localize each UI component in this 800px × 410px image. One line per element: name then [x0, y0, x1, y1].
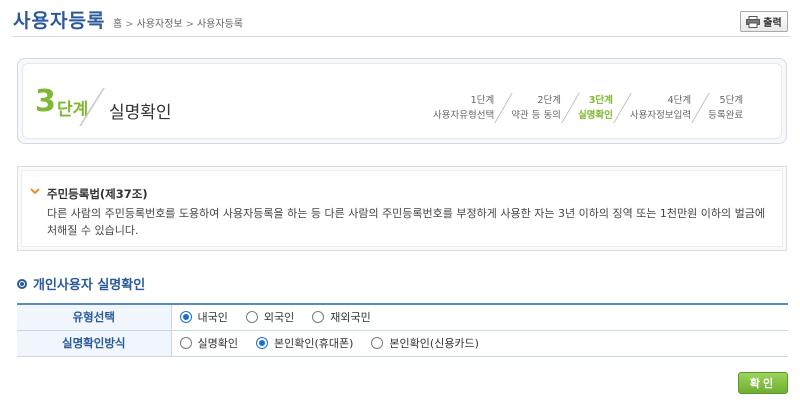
print-button[interactable]: 출력 [740, 11, 788, 32]
printer-icon [746, 15, 761, 28]
step-item-2: 2단계 약관 등 동의 [511, 93, 561, 123]
legal-notice-inner: 주민등록법(제37조) 다른 사람의 주민등록번호를 도용하여 사용자등록을 하… [21, 170, 783, 247]
radio-button[interactable] [371, 337, 384, 349]
section-title-text: 개인사용자 실명확인 [33, 278, 146, 293]
radio-button[interactable] [255, 337, 268, 349]
radio-label: 실명확인 [197, 337, 238, 350]
radio-label: 외국인 [263, 311, 295, 325]
breadcrumb: 홈 > 사용자정보 > 사용자등록 [113, 15, 243, 30]
radio-button[interactable] [179, 311, 192, 324]
step-label: 등록완료 [708, 110, 744, 121]
step-item-1: 1단계 사용자유형선택 [433, 93, 494, 123]
legal-notice-box: 주민등록법(제37조) 다른 사람의 주민등록번호를 도용하여 사용자등록을 하… [17, 166, 787, 251]
radio-option-mobile[interactable]: 본인확인(휴대폰) [255, 335, 354, 351]
form-field-type: 내국인 외국인 재외국민 [170, 303, 789, 331]
form-row-method: 실명확인방식 실명확인 본인확인(휴대폰) 본인확인(신용카드) [17, 329, 789, 357]
breadcrumb-user-register: 사용자등록 [196, 19, 243, 30]
step-item-4: 4단계 사용자정보입력 [630, 93, 691, 123]
page-header: 사용자등록 홈 > 사용자정보 > 사용자등록 출력 [0, 0, 800, 38]
confirm-button[interactable]: 확인 [738, 372, 788, 394]
step-divider [691, 93, 710, 123]
radio-group-method: 실명확인 본인확인(휴대폰) 본인확인(신용카드) [179, 335, 789, 351]
header-divider [13, 36, 790, 37]
step-divider [494, 93, 513, 123]
step-list: 1단계 사용자유형선택 2단계 약관 등 동의 3단계 실명확인 4단계 사용자… [433, 93, 743, 123]
radio-option-credit-card[interactable]: 본인확인(신용카드) [371, 335, 479, 351]
step-number: 4단계 [667, 95, 692, 106]
radio-option-domestic[interactable]: 내국인 [179, 309, 228, 325]
step-label: 실명확인 [577, 110, 613, 121]
radio-label: 내국인 [197, 311, 228, 325]
step-indicator-inner: 3 단계 실명확인 1단계 사용자유형선택 2단계 약관 등 동의 3단계 실명… [22, 63, 782, 139]
verification-form-table: 유형선택 내국인 외국인 재외국민 실명확인방식 실명확인 본인확인(휴대폰) … [17, 303, 788, 357]
radio-label: 본인확인(신용카드) [389, 337, 479, 350]
step-number: 2단계 [537, 95, 561, 106]
page-title: 사용자등록 [13, 10, 106, 32]
step-label: 사용자유형선택 [433, 110, 495, 121]
breadcrumb-user-info[interactable]: 사용자정보 [137, 19, 183, 30]
radio-label: 재외국민 [330, 311, 371, 325]
radio-button[interactable] [245, 311, 258, 324]
radio-label: 본인확인(휴대폰) [273, 337, 354, 350]
step-number: 3단계 [588, 95, 613, 106]
step-item-3: 3단계 실명확인 [578, 93, 613, 123]
legal-notice-text: 다른 사람의 주민등록번호를 도용하여 사용자등록을 하는 등 다른 사람의 주… [47, 207, 765, 237]
bullet-icon [17, 278, 27, 289]
radio-option-overseas-national[interactable]: 재외국민 [312, 309, 371, 325]
radio-button[interactable] [312, 311, 325, 324]
section-title: 개인사용자 실명확인 [17, 274, 145, 293]
step-label: 약관 등 동의 [511, 110, 561, 121]
radio-option-foreigner[interactable]: 외국인 [245, 309, 295, 325]
step-indicator: 3 단계 실명확인 1단계 사용자유형선택 2단계 약관 등 동의 3단계 실명… [17, 58, 787, 144]
step-item-5: 5단계 등록완료 [708, 93, 743, 123]
radio-button[interactable] [179, 337, 192, 349]
legal-notice-title: 주민등록법(제37조) [47, 187, 148, 201]
current-step-number: 3 [35, 84, 56, 119]
radio-group-type: 내국인 외국인 재외국민 [179, 309, 789, 325]
step-number: 5단계 [719, 95, 744, 106]
form-field-method: 실명확인 본인확인(휴대폰) 본인확인(신용카드) [170, 329, 789, 357]
form-label-type: 유형선택 [17, 303, 171, 331]
chevron-down-icon [30, 188, 40, 195]
step-divider [613, 93, 632, 123]
step-divider [561, 93, 580, 123]
current-step-unit: 단계 [57, 100, 89, 120]
radio-option-real-name[interactable]: 실명확인 [179, 335, 238, 351]
form-label-method: 실명확인방식 [17, 329, 171, 357]
step-label: 사용자정보입력 [629, 110, 692, 121]
current-step-title: 실명확인 [109, 103, 172, 123]
breadcrumb-separator: > [185, 19, 194, 30]
breadcrumb-home[interactable]: 홈 [113, 19, 122, 30]
step-number: 1단계 [470, 95, 495, 106]
form-row-type: 유형선택 내국인 외국인 재외국민 [17, 303, 789, 331]
print-label: 출력 [763, 18, 782, 29]
breadcrumb-separator: > [125, 19, 134, 30]
